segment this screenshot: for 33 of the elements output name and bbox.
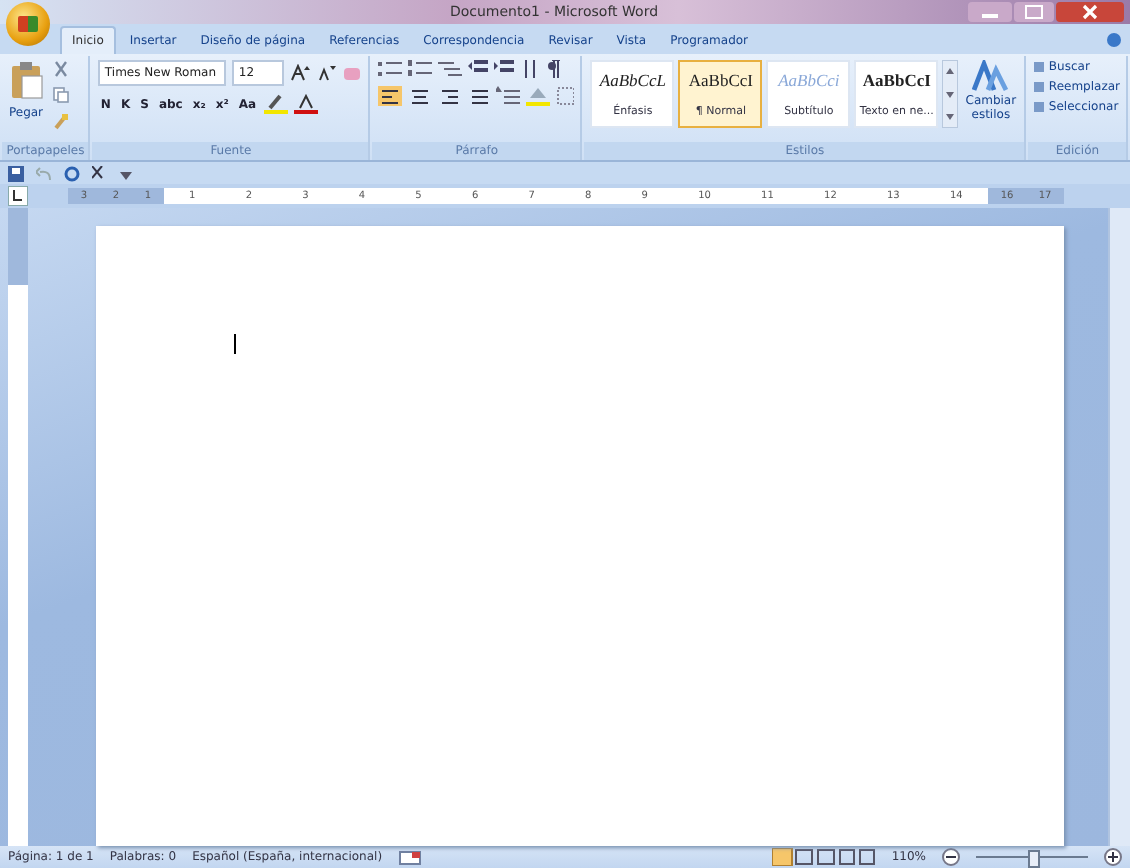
letters-icon xyxy=(972,60,1009,92)
pilcrow-icon[interactable] xyxy=(546,60,563,78)
zoom-in-icon[interactable] xyxy=(1104,848,1122,866)
align-right-icon[interactable] xyxy=(437,86,462,106)
cut-icon[interactable] xyxy=(52,60,70,78)
shrink-font-icon[interactable] xyxy=(316,64,337,82)
close-icon[interactable] xyxy=(1056,2,1124,22)
highlight-icon[interactable] xyxy=(264,94,289,114)
decrease-indent-icon[interactable] xyxy=(468,60,489,78)
increase-indent-icon[interactable] xyxy=(494,60,515,78)
line-spacing-icon[interactable] xyxy=(496,86,520,106)
justify-icon[interactable] xyxy=(467,86,491,106)
text-cursor xyxy=(234,334,236,354)
gallery-scroll-icon[interactable] xyxy=(942,60,959,128)
office-button[interactable] xyxy=(6,2,50,46)
grow-font-icon[interactable] xyxy=(290,64,311,82)
zoom-out-icon[interactable] xyxy=(942,848,960,866)
copy-icon[interactable] xyxy=(52,86,70,104)
save-icon[interactable] xyxy=(8,165,24,181)
zoom-slider-thumb[interactable] xyxy=(1028,850,1040,868)
clipboard-icon xyxy=(8,60,44,100)
vertical-scrollbar[interactable] xyxy=(1108,208,1130,846)
bullets-icon[interactable] xyxy=(378,60,403,78)
align-center-icon[interactable] xyxy=(408,86,432,106)
numbering-icon[interactable] xyxy=(408,60,433,78)
tab-selector-icon[interactable] xyxy=(8,186,28,206)
proofing-icon[interactable] xyxy=(398,849,423,865)
help-icon[interactable] xyxy=(1106,31,1122,47)
view-buttons-icon[interactable] xyxy=(771,848,876,866)
multilevel-list-icon[interactable] xyxy=(438,60,463,78)
font-color-icon[interactable] xyxy=(294,94,319,114)
align-left-icon[interactable] xyxy=(378,86,403,106)
border-icon[interactable] xyxy=(555,86,575,106)
